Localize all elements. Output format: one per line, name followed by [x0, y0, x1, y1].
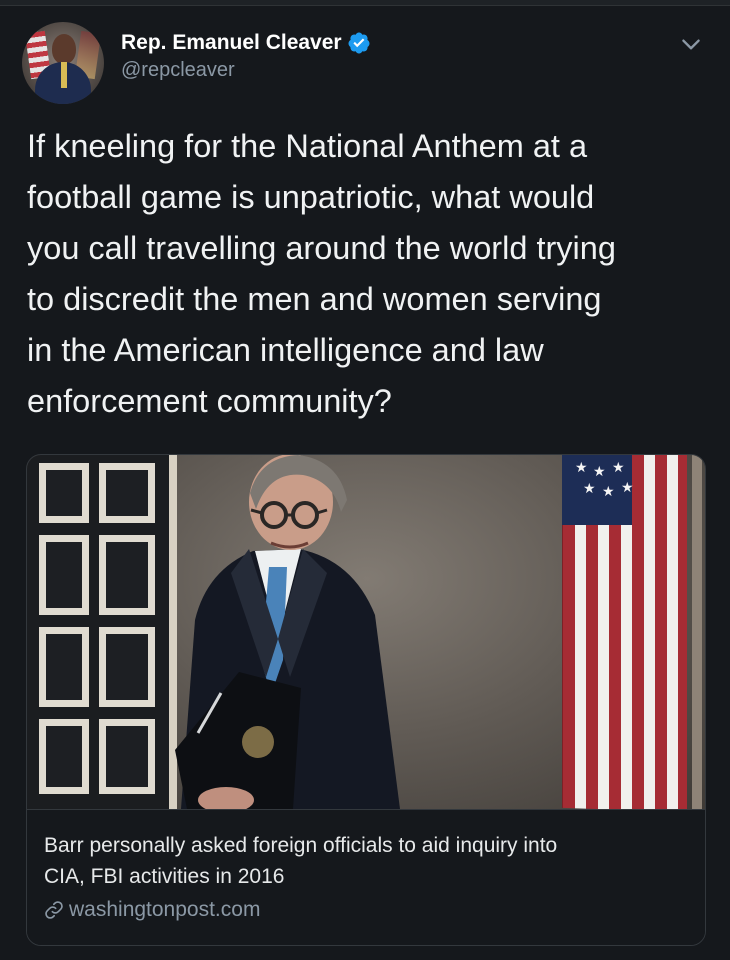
chevron-down-icon[interactable] — [678, 32, 704, 58]
card-caption[interactable]: Barr personally asked foreign officials … — [27, 809, 705, 945]
display-name[interactable]: Rep. Emanuel Cleaver — [121, 30, 342, 56]
flag-star: ★ — [602, 483, 615, 499]
tweet: Rep. Emanuel Cleaver @repcleaver If knee… — [0, 0, 730, 960]
flag-star: ★ — [575, 459, 588, 475]
top-border — [0, 0, 730, 6]
avatar-tie — [61, 62, 67, 88]
window-pane — [39, 719, 89, 794]
article-image[interactable]: ★ ★ ★ ★ ★ ★ — [27, 455, 705, 809]
link-card[interactable]: ★ ★ ★ ★ ★ ★ Barr personally asked foreig… — [26, 454, 706, 946]
article-headline[interactable]: Barr personally asked foreign officials … — [44, 830, 684, 892]
author-info: Rep. Emanuel Cleaver @repcleaver — [121, 30, 371, 83]
avatar-face — [52, 34, 76, 64]
flag-star: ★ — [612, 459, 625, 475]
window-pane — [99, 719, 155, 794]
window-pane — [99, 627, 155, 707]
flag-pole — [692, 455, 702, 809]
avatar[interactable] — [22, 22, 104, 104]
user-handle[interactable]: @repcleaver — [121, 58, 371, 83]
tweet-text: If kneeling for the National Anthem at a… — [27, 128, 616, 419]
tweet-header: Rep. Emanuel Cleaver @repcleaver — [22, 22, 712, 106]
link-icon — [45, 901, 63, 919]
barr-photo-subject — [175, 455, 400, 809]
flag-star: ★ — [593, 463, 606, 479]
flag-star: ★ — [583, 480, 596, 496]
window-pane — [99, 535, 155, 615]
article-domain-row[interactable]: washingtonpost.com — [44, 898, 260, 922]
name-row: Rep. Emanuel Cleaver — [121, 30, 371, 56]
article-domain[interactable]: washingtonpost.com — [69, 898, 260, 922]
window-pane — [39, 627, 89, 707]
flag-star: ★ — [621, 479, 634, 495]
window-pane — [39, 463, 89, 523]
verified-icon — [348, 32, 370, 54]
window-pane — [39, 535, 89, 615]
window-pane — [99, 463, 155, 523]
